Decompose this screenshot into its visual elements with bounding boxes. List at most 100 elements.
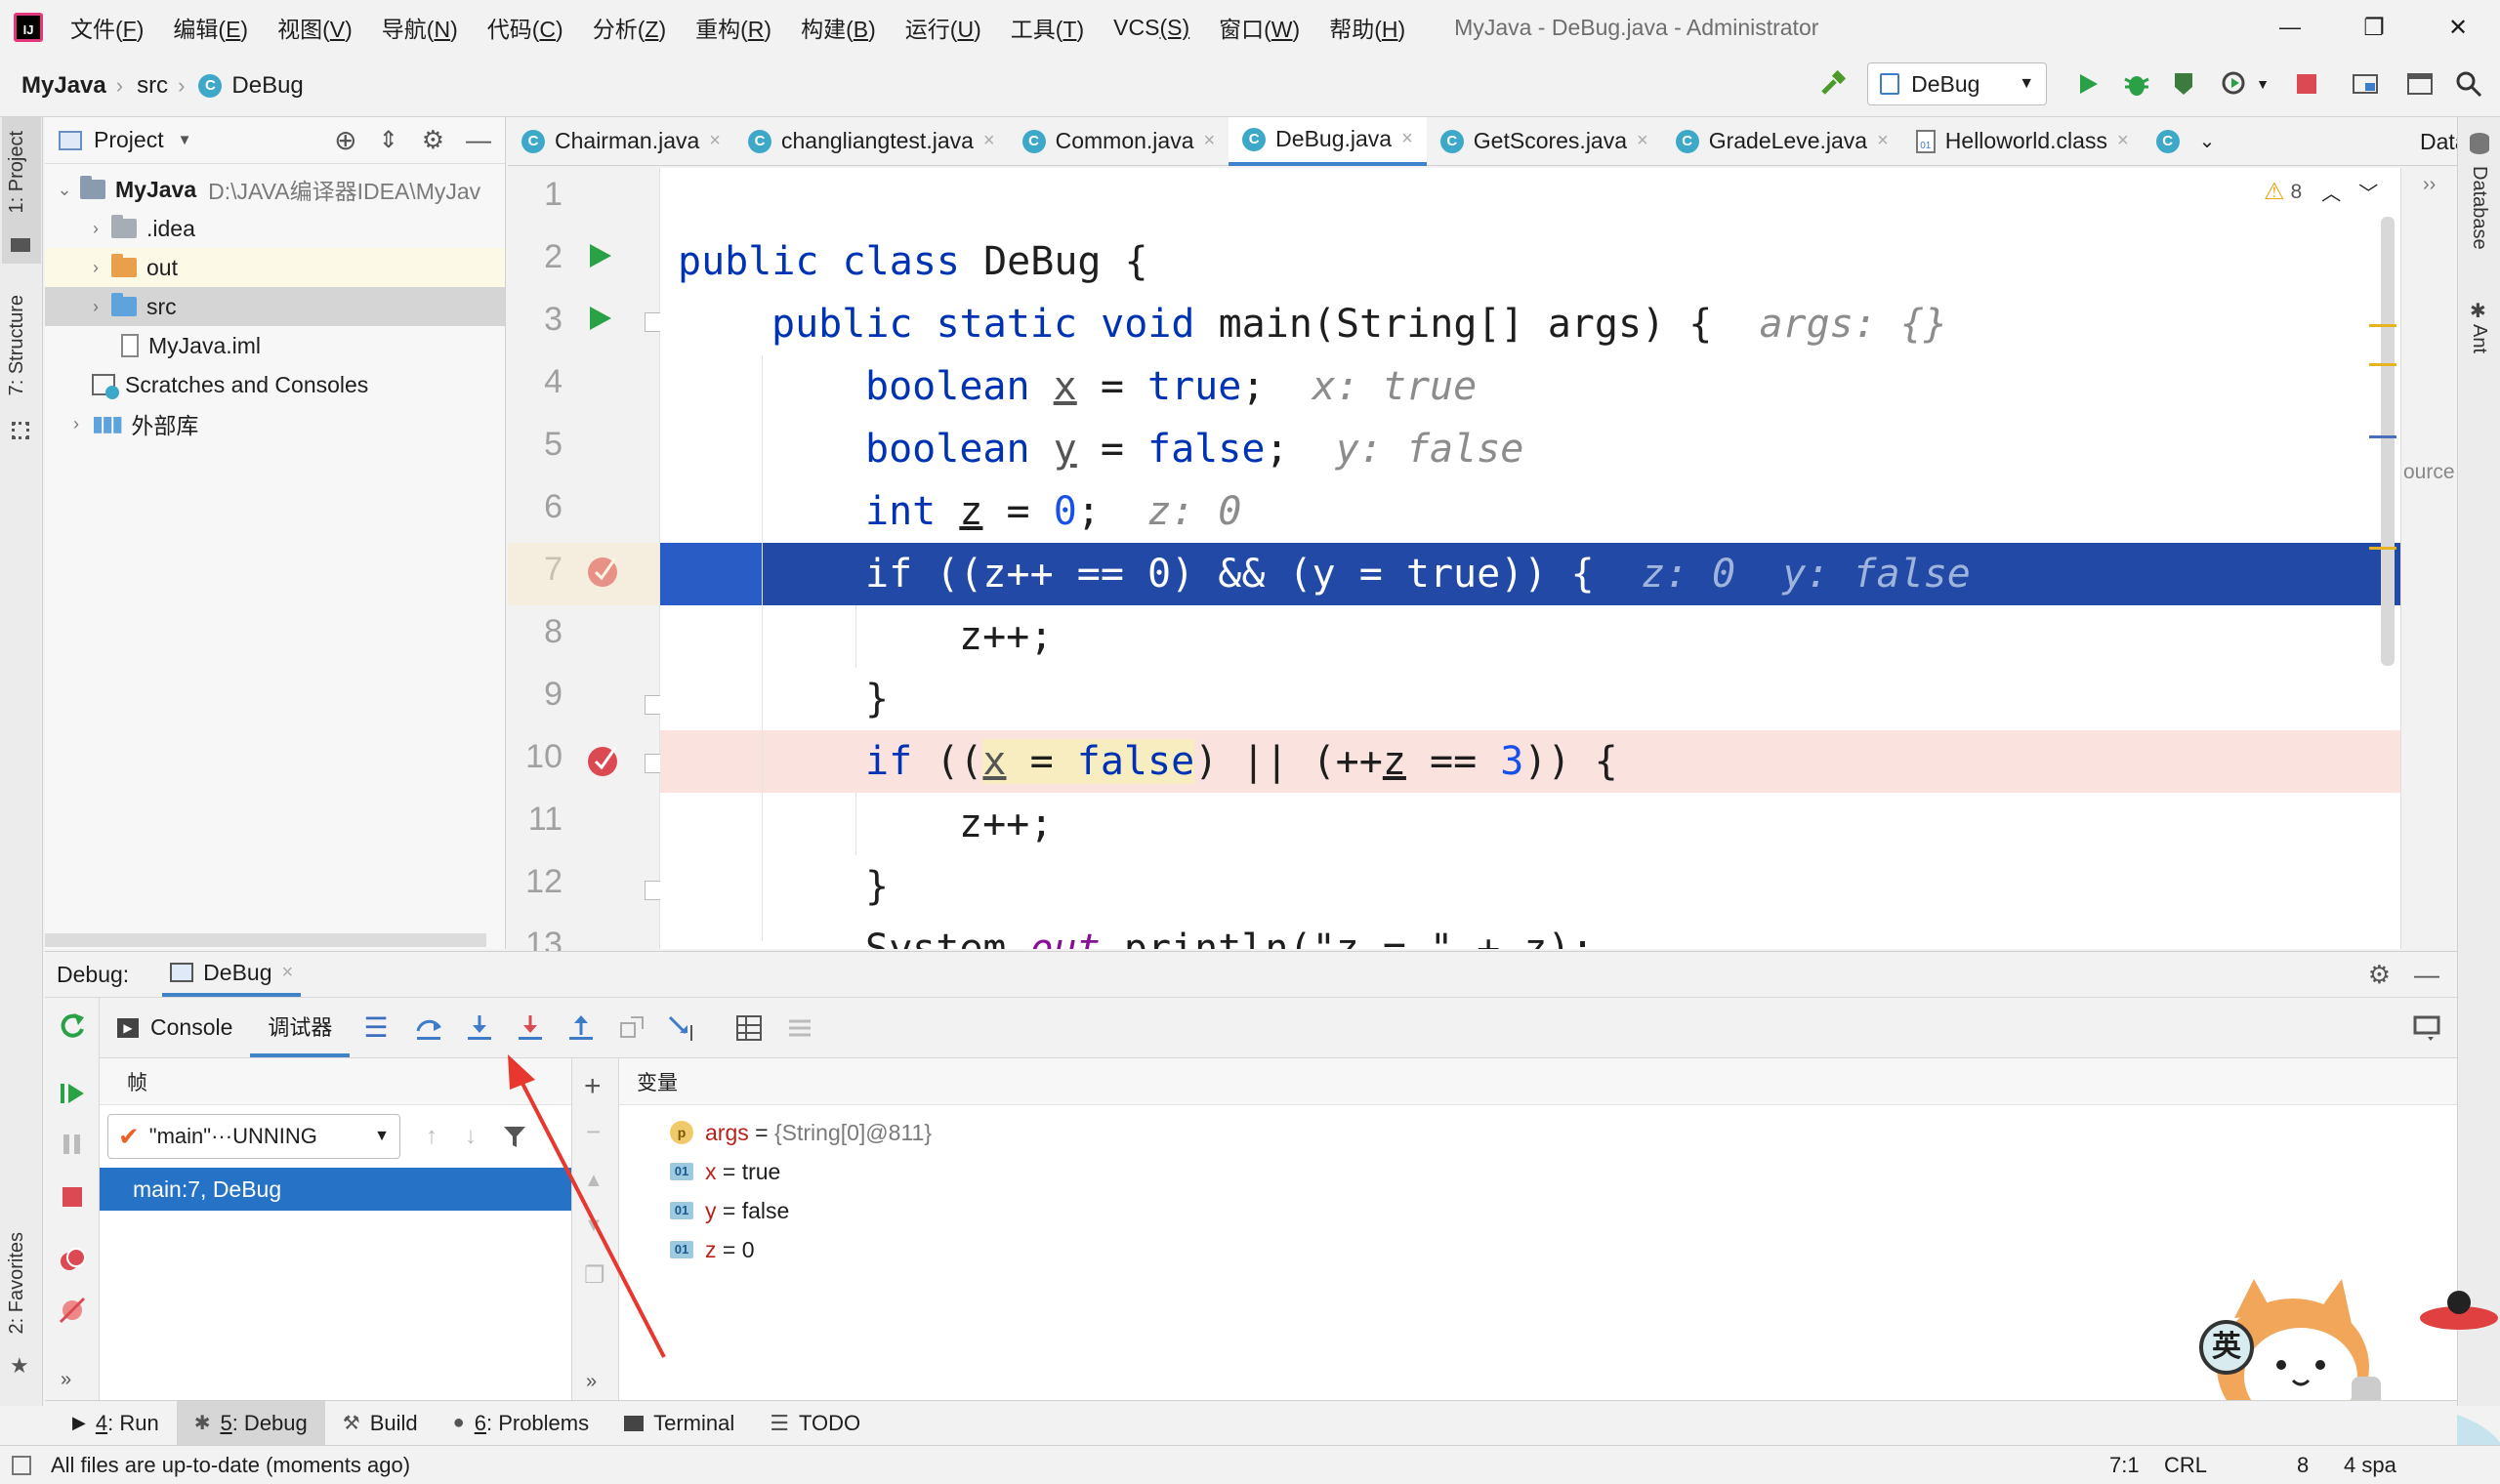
menu-item-2[interactable]: 视图(V) (277, 11, 353, 44)
gear-icon[interactable]: ⚙ (2368, 960, 2391, 990)
breakpoint-icon[interactable] (586, 742, 623, 777)
chevron-right-icon[interactable]: › (86, 297, 105, 317)
restore-layout-icon[interactable] (2412, 1013, 2441, 1043)
tab-debugger[interactable]: 调试器 (250, 999, 351, 1057)
project-structure-icon[interactable] (2348, 66, 2383, 102)
menu-item-12[interactable]: 帮助(H) (1329, 11, 1405, 44)
code-editor[interactable]: public class DeBug { public static void … (660, 168, 2457, 949)
step-out-icon[interactable] (566, 1013, 596, 1043)
variable-row[interactable]: 01 x = true (670, 1152, 2457, 1191)
menu-item-6[interactable]: 重构(R) (695, 11, 771, 44)
tool-build[interactable]: ⚒ Build (325, 1401, 436, 1446)
chevron-down-icon[interactable]: ﹀ (2358, 178, 2378, 206)
tree-item-iml[interactable]: MyJava.iml (45, 326, 505, 365)
tool-todo[interactable]: ☰ TODO (752, 1401, 878, 1446)
tab-overflow[interactable]: C ⌄ (2143, 117, 2229, 166)
tree-item-scratches[interactable]: Scratches and Consoles (45, 365, 505, 404)
run-gutter-icon[interactable] (588, 305, 613, 332)
chevron-down-icon[interactable]: ⌄ (55, 180, 74, 200)
tree-item-src[interactable]: › src (45, 287, 505, 326)
trace-icon[interactable] (785, 1013, 814, 1043)
resume-icon[interactable] (59, 1080, 86, 1107)
menu-item-11[interactable]: 窗口(W) (1219, 11, 1300, 44)
view-breakpoints-icon[interactable] (59, 1246, 88, 1273)
arrow-down-icon[interactable]: ↓ (465, 1123, 477, 1150)
horizontal-scrollbar[interactable] (45, 933, 486, 947)
expand-icon[interactable]: » (586, 1371, 597, 1393)
tree-item-libraries[interactable]: › ▮▮▮ 外部库 (45, 404, 505, 443)
collapse-all-icon[interactable]: ⇕ (379, 126, 398, 154)
menu-item-5[interactable]: 分析(Z) (593, 11, 666, 44)
close-tab-icon[interactable]: × (1877, 130, 1889, 152)
chevron-down-icon[interactable]: ▼ (2256, 76, 2270, 92)
tab-structure-label[interactable]: 7: Structure (6, 295, 28, 395)
menu-item-7[interactable]: 构建(B) (801, 11, 876, 44)
status-position[interactable]: 7:1 (2109, 1453, 2140, 1478)
profile-icon[interactable] (2217, 66, 2252, 102)
tool-debug[interactable]: ✱ 5: Debug (176, 1400, 325, 1446)
tab-ant-label[interactable]: Ant (2468, 324, 2490, 353)
menu-item-3[interactable]: 导航(N) (382, 11, 458, 44)
breadcrumb-project[interactable]: MyJava (21, 72, 106, 100)
tab-common[interactable]: C Common.java × (1009, 117, 1229, 166)
close-tab-icon[interactable]: × (709, 130, 721, 152)
chevron-right-icon[interactable]: › (66, 414, 86, 434)
close-tab-icon[interactable]: × (1401, 128, 1413, 150)
tab-favorites-label[interactable]: 2: Favorites (6, 1232, 28, 1334)
status-toggle-icon[interactable] (12, 1455, 31, 1475)
menu-item-1[interactable]: 编辑(E) (173, 11, 248, 44)
status-line-separator[interactable]: CRL (2164, 1453, 2207, 1478)
menu-item-8[interactable]: 运行(U) (905, 11, 981, 44)
coverage-icon[interactable] (2168, 66, 2203, 102)
layout-icon[interactable] (2402, 66, 2438, 102)
tab-debug[interactable]: C DeBug.java × (1229, 116, 1427, 166)
status-encoding[interactable]: 8 (2297, 1453, 2309, 1478)
menu-item-4[interactable]: 代码(C) (487, 11, 563, 44)
status-indent[interactable]: 4 spa (2344, 1453, 2396, 1478)
debug-session-tab[interactable]: DeBug × (162, 952, 302, 997)
menu-item-0[interactable]: 文件(F) (70, 11, 144, 44)
tab-chairman[interactable]: C Chairman.java × (508, 117, 734, 166)
tab-helloworld[interactable]: 01 Helloworld.class × (1902, 117, 2143, 166)
search-icon[interactable] (2451, 66, 2486, 102)
close-button[interactable]: ✕ (2416, 14, 2500, 42)
tab-database-label[interactable]: Database (2468, 166, 2490, 250)
tab-gradeleve[interactable]: C GradeLeve.java × (1662, 117, 1902, 166)
drop-frame-icon[interactable] (617, 1013, 646, 1043)
vertical-scrollbar[interactable] (2381, 217, 2395, 666)
run-icon[interactable] (2070, 66, 2105, 102)
tree-root[interactable]: ⌄ MyJava D:\JAVA编译器IDEA\MyJav (45, 170, 505, 209)
locate-icon[interactable]: ⊕ (334, 124, 356, 156)
close-tab-icon[interactable]: × (1637, 130, 1648, 152)
tab-data-label[interactable]: Data (2420, 129, 2457, 155)
evaluate-expression-icon[interactable] (734, 1013, 764, 1043)
variable-row[interactable]: p args = {String[0]@811} (670, 1113, 2457, 1152)
chevron-right-icon[interactable]: › (86, 258, 105, 278)
menu-item-10[interactable]: VCS(S) (1113, 15, 1189, 41)
tab-console[interactable]: ▶ Console (100, 999, 250, 1057)
show-execution-point-icon[interactable]: ☰ (363, 1011, 388, 1044)
expand-icon[interactable]: ›› (2423, 174, 2436, 196)
run-gutter-icon[interactable] (588, 242, 613, 269)
tab-changliangtest[interactable]: Cchangliangtest.java × (734, 117, 1009, 166)
breadcrumb-file[interactable]: DeBug (231, 72, 303, 100)
gear-icon[interactable]: ⚙ (422, 125, 444, 155)
step-over-icon[interactable] (414, 1013, 443, 1043)
breadcrumb-folder[interactable]: src (137, 72, 168, 100)
close-tab-icon[interactable]: × (1203, 130, 1215, 152)
chevron-up-icon[interactable]: ︿ (2321, 178, 2341, 206)
tab-project-label[interactable]: 1: Project (6, 131, 28, 213)
variable-row[interactable]: 01 y = false (670, 1191, 2457, 1230)
maximize-button[interactable]: ❐ (2332, 14, 2416, 42)
chevron-down-icon[interactable]: ⌄ (2199, 129, 2216, 153)
tab-getscores[interactable]: C GetScores.java × (1427, 117, 1662, 166)
run-to-cursor-icon[interactable] (668, 1013, 697, 1043)
rerun-icon[interactable] (59, 1011, 86, 1039)
tree-item-idea[interactable]: › .idea (45, 209, 505, 248)
step-into-icon[interactable] (465, 1013, 494, 1043)
force-step-into-icon[interactable] (516, 1013, 545, 1043)
run-config-select[interactable]: DeBug ▼ (1867, 62, 2048, 105)
chevron-down-icon[interactable]: ▼ (178, 132, 192, 148)
variable-row[interactable]: 01 z = 0 (670, 1230, 2457, 1269)
pause-icon[interactable] (59, 1131, 86, 1158)
